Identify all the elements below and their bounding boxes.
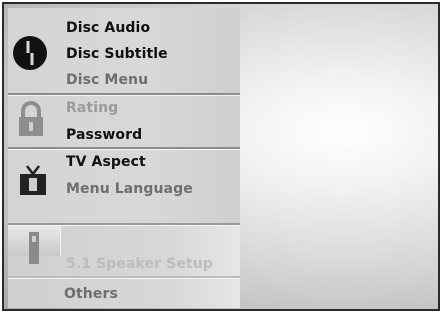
divider — [8, 276, 240, 279]
menu-item-disc-menu[interactable]: Disc Menu — [66, 72, 148, 88]
padlock-icon — [19, 101, 43, 136]
menu-item-disc-subtitle[interactable]: Disc Subtitle — [66, 46, 168, 62]
menu-item-tv-aspect[interactable]: TV Aspect — [66, 154, 146, 170]
disc-icon — [13, 36, 47, 70]
menu-item-rating[interactable]: Rating — [66, 100, 118, 116]
menu-item-disc-audio[interactable]: Disc Audio — [66, 20, 150, 36]
menu-item-others[interactable]: Others — [64, 286, 118, 302]
menu-item-speaker-setup[interactable]: 5.1 Speaker Setup — [66, 256, 213, 272]
divider — [8, 147, 240, 150]
osd-screen: Disc Audio Disc Subtitle Disc Menu Ratin… — [2, 2, 440, 311]
speaker-icon — [29, 232, 39, 264]
menu-item-menu-language[interactable]: Menu Language — [66, 181, 193, 197]
tv-icon — [20, 165, 46, 195]
divider — [8, 93, 240, 96]
menu-item-password[interactable]: Password — [66, 127, 142, 143]
